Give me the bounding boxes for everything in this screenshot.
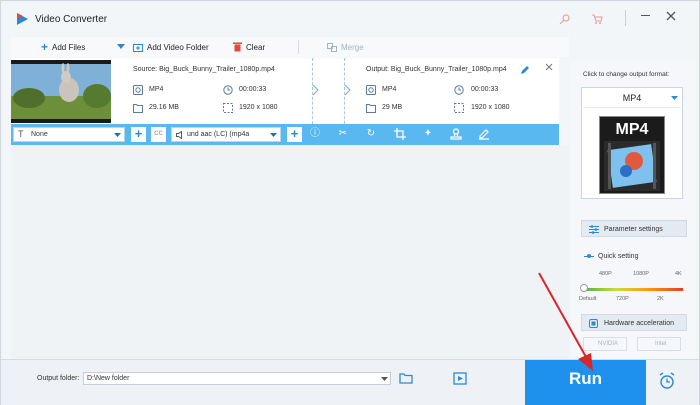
chevron-down-icon [671,96,678,100]
nvidia-label: NVIDIA [598,341,619,347]
file-list-empty-area [11,145,569,360]
edit-pencil-icon[interactable] [520,65,530,75]
toolbar: + Add Files Add Video Folder Clear Merge [11,37,569,57]
add-files-label: Add Files [52,42,86,52]
output-folder-label: Output folder: [37,375,80,382]
source-size: 29.16 MB [149,104,179,111]
sliders-icon [589,225,599,234]
intel-button[interactable]: Intel [637,337,681,351]
video-format-icon [133,85,143,95]
title-bar: Video Converter [1,1,699,35]
plus-icon: + [41,40,49,54]
add-video-folder-label: Add Video Folder [147,42,209,52]
video-format-icon [366,85,376,95]
selector-divider [583,107,681,108]
scale-label-4k: 4K [675,271,682,277]
edit-toolbar: T None + CC und aac (LC) (mp4a + ⓘ ✂ ↻ ✦ [11,124,559,145]
scissors-icon[interactable]: ✂ [336,127,350,141]
add-files-button[interactable]: + Add Files [41,41,85,53]
key-icon[interactable] [559,13,571,25]
audio-select-value: und aac (LC) (mp4a [187,131,250,138]
merge-label: Merge [341,42,364,52]
format-name: MP4 [622,93,642,103]
mp4-format-tile: MP4 [599,116,665,194]
minimize-button[interactable] [641,15,650,17]
output-format-header: Click to change output format: [583,71,670,78]
parameter-settings-button[interactable]: Parameter settings [581,220,687,237]
quick-setting-label: Quick setting [598,253,639,260]
trash-icon [233,42,242,52]
output-filename: Output: Big_Buck_Bunny_Trailer_1080p.mp4 [366,66,507,73]
output-resolution: 1920 x 1080 [471,104,510,111]
source-resolution: 1920 x 1080 [239,104,278,111]
output-folder-input[interactable]: D:\New folder [83,372,391,385]
file-item[interactable]: Source: Big_Buck_Bunny_Trailer_1080p.mp4… [11,58,559,124]
output-size: 29 MB [382,104,403,111]
annotation-arrow [538,272,593,371]
add-video-folder-button[interactable]: Add Video Folder [133,41,209,53]
title-divider [625,10,626,26]
chevron-down-icon [114,133,121,137]
scale-label-720p: 720P [616,296,629,302]
merge-icon [327,42,337,52]
folder-plus-icon [133,43,143,52]
add-subtitle-button[interactable]: + [131,127,146,142]
add-audio-button[interactable]: + [287,127,302,142]
clear-label: Clear [246,42,266,52]
alarm-clock-icon[interactable] [658,372,676,390]
rotate-icon[interactable]: ↻ [364,127,378,141]
film-reel-icon [604,141,660,191]
parameter-settings-label: Parameter settings [604,226,663,233]
merge-button[interactable]: Merge [327,41,364,53]
source-format: MP4 [149,86,164,93]
format-tile-text: MP4 [615,121,649,138]
chevron-right-icon [312,84,319,96]
add-files-dropdown-icon[interactable] [117,44,125,50]
clear-button[interactable]: Clear [233,41,265,53]
app-title: Video Converter [35,14,108,25]
app-logo-icon [17,13,28,25]
source-filename: Source: Big_Buck_Bunny_Trailer_1080p.mp4 [133,66,275,73]
output-format-selector[interactable]: MP4 MP4 [581,87,683,199]
video-thumbnail [11,60,111,123]
clock-icon [223,85,233,95]
source-duration: 00:00:33 [239,86,267,93]
output-format: MP4 [382,86,397,93]
watermark-stamp-icon[interactable] [450,128,462,140]
quick-setting-dot [587,254,591,258]
file-size-icon [366,104,376,113]
hardware-acceleration-label: Hardware acceleration [604,320,675,327]
info-icon[interactable]: ⓘ [308,127,322,141]
folder-open-icon[interactable] [399,372,413,384]
scale-label-1080p: 1080P [633,271,649,277]
file-size-icon [133,104,143,113]
close-button[interactable] [666,11,676,21]
remove-file-icon[interactable] [545,63,553,71]
output-duration: 00:00:33 [471,86,499,93]
subtitle-select[interactable]: T None [13,127,125,142]
subtitle-edit-icon[interactable] [478,128,490,140]
scale-label-2k: 2K [657,296,664,302]
output-video-folder-icon[interactable] [453,372,467,385]
subtitle-select-value: None [31,131,48,138]
output-folder-value: D:\New folder [87,375,130,382]
resolution-icon [223,103,233,113]
clock-icon [454,85,464,95]
audio-track-select[interactable]: und aac (LC) (mp4a [171,127,281,142]
app-window: Video Converter + Add Files Add Video Fo… [0,0,700,405]
resolution-icon [454,103,464,113]
chevron-down-icon [381,377,388,381]
cc-icon[interactable]: CC [151,127,166,142]
chevron-down-icon [270,133,277,137]
speaker-icon [176,131,182,139]
cart-icon[interactable] [591,13,603,25]
text-t-icon: T [18,129,24,139]
crop-icon[interactable] [394,128,406,140]
intel-label: Intel [655,341,667,347]
toolbar-divider [298,40,299,54]
effects-wand-icon[interactable]: ✦ [421,127,435,141]
chevron-right-icon [344,84,351,96]
